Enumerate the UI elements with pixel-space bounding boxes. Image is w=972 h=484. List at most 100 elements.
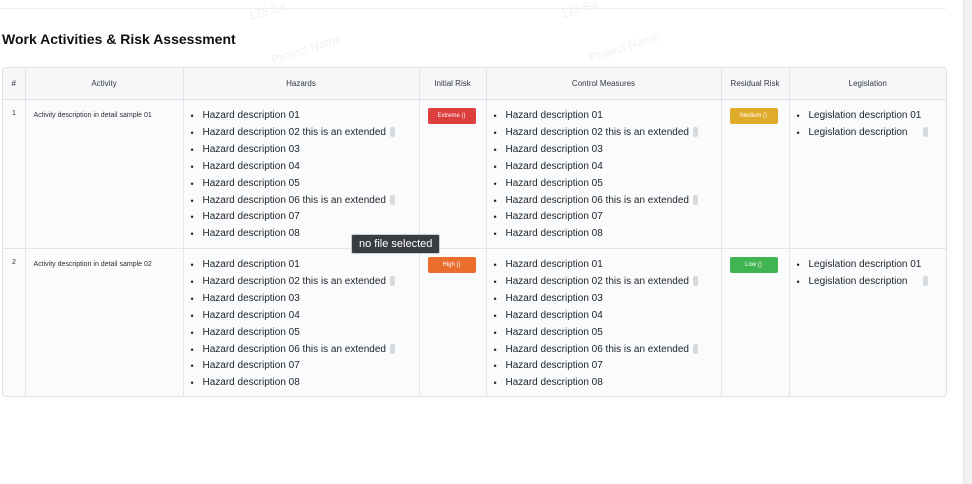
hazard-item: Hazard description 07 bbox=[191, 358, 419, 375]
overflow-handle-icon[interactable] bbox=[389, 343, 395, 354]
initial-risk-badge: Extreme () bbox=[427, 108, 476, 124]
legislation-item-text: Legislation description 01 bbox=[808, 259, 922, 270]
control-item-text: Hazard description 05 bbox=[505, 177, 603, 189]
watermark: 123 Sa bbox=[246, 0, 288, 24]
hazard-item: Hazard description 05 bbox=[191, 325, 419, 342]
hazard-item: Hazard description 03 bbox=[191, 291, 419, 308]
hazard-item-text: Hazard description 05 bbox=[202, 177, 300, 189]
hazard-item: Hazard description 04 bbox=[191, 308, 419, 325]
legislation-item-text: Legislation description bbox=[808, 126, 908, 138]
hazard-item-text: Hazard description 08 bbox=[202, 228, 300, 240]
overflow-handle-icon[interactable] bbox=[692, 194, 698, 205]
legislation-cell: Legislation description 01 Legislation de… bbox=[789, 99, 947, 249]
control-item-text: Hazard description 08 bbox=[505, 377, 603, 389]
hazard-item: Hazard description 07 bbox=[191, 209, 419, 226]
column-header-activity: Activity bbox=[25, 68, 184, 100]
overflow-handle-icon[interactable] bbox=[389, 127, 395, 138]
watermark: Project Name bbox=[269, 31, 344, 67]
control-item: Hazard description 03 bbox=[494, 291, 721, 308]
control-item-text: Hazard description 01 bbox=[505, 110, 603, 121]
column-header-index: # bbox=[3, 68, 26, 100]
activity-cell: Activity description in detail sample 01 bbox=[25, 99, 184, 249]
hazard-item: Hazard description 02 this is an extende… bbox=[191, 274, 419, 291]
control-item: Hazard description 02 this is an extende… bbox=[494, 274, 721, 291]
column-header-initial-risk: Initial Risk bbox=[419, 68, 487, 100]
top-divider bbox=[0, 8, 946, 9]
hazard-item: Hazard description 01 bbox=[191, 108, 419, 125]
hazard-item-text: Hazard description 05 bbox=[202, 326, 300, 338]
hazards-cell: Hazard description 01 Hazard description … bbox=[183, 99, 420, 249]
watermark: Project Name bbox=[587, 29, 662, 65]
control-item: Hazard description 08 bbox=[494, 375, 721, 392]
control-item-text: Hazard description 08 bbox=[505, 228, 603, 240]
control-item-text: Hazard description 04 bbox=[505, 160, 603, 172]
legislation-cell-list: Legislation description 01 Legislation de… bbox=[790, 249, 947, 291]
table-row: 1 Activity description in detail sample 0… bbox=[3, 99, 947, 249]
initial-risk-cell: High () bbox=[419, 248, 487, 396]
row-index-cell: 1 bbox=[3, 99, 26, 249]
control-item-text: Hazard description 06 this is an extende… bbox=[505, 343, 689, 355]
overflow-handle-icon[interactable] bbox=[389, 194, 395, 205]
row-index: 1 bbox=[12, 110, 16, 117]
control-item-text: Hazard description 03 bbox=[505, 143, 603, 155]
control-measures-cell: Hazard description 01 Hazard description … bbox=[486, 248, 722, 396]
control-item-text: Hazard description 04 bbox=[505, 309, 603, 321]
hazard-item-text: Hazard description 02 this is an extende… bbox=[202, 275, 386, 287]
file-input-tooltip: no file selected bbox=[351, 234, 441, 254]
control-item: Hazard description 07 bbox=[494, 358, 721, 375]
overflow-handle-icon[interactable] bbox=[923, 276, 929, 287]
row-index-cell: 2 bbox=[3, 248, 26, 396]
overflow-handle-icon[interactable] bbox=[692, 343, 698, 354]
control-measures-cell-list: Hazard description 01 Hazard description … bbox=[487, 249, 721, 392]
hazard-item: Hazard description 06 this is an extende… bbox=[191, 193, 419, 210]
hazard-item-text: Hazard description 08 bbox=[202, 377, 300, 389]
control-item-text: Hazard description 07 bbox=[505, 360, 603, 372]
activity-text: Activity description in detail sample 02 bbox=[33, 261, 152, 268]
control-item-text: Hazard description 06 this is an extende… bbox=[505, 194, 689, 206]
hazard-item: Hazard description 05 bbox=[191, 176, 419, 193]
hazard-item-text: Hazard description 03 bbox=[202, 143, 300, 155]
hazard-item-text: Hazard description 06 this is an extende… bbox=[202, 343, 386, 355]
hazard-item: Hazard description 01 bbox=[191, 257, 419, 274]
legislation-item-text: Legislation description 01 bbox=[808, 110, 922, 121]
hazard-item-text: Hazard description 06 this is an extende… bbox=[202, 194, 386, 206]
legislation-item: Legislation description 01 bbox=[797, 257, 947, 274]
control-item-text: Hazard description 01 bbox=[505, 259, 603, 270]
hazards-cell-list: Hazard description 01 Hazard description … bbox=[184, 249, 419, 392]
control-item: Hazard description 06 this is an extende… bbox=[494, 193, 721, 210]
activity-cell: Activity description in detail sample 02 bbox=[25, 248, 184, 396]
hazard-item: Hazard description 02 this is an extende… bbox=[191, 125, 419, 142]
hazard-item: Hazard description 08 bbox=[191, 375, 419, 392]
legislation-item: Legislation description 01 bbox=[797, 108, 947, 125]
activity-text: Activity description in detail sample 01 bbox=[33, 112, 152, 119]
control-item: Hazard description 04 bbox=[494, 308, 721, 325]
column-header-control-measures: Control Measures bbox=[486, 68, 722, 100]
control-item: Hazard description 01 bbox=[494, 108, 721, 125]
control-item: Hazard description 05 bbox=[494, 176, 721, 193]
control-item-text: Hazard description 07 bbox=[505, 211, 603, 223]
hazard-item-text: Hazard description 02 this is an extende… bbox=[202, 126, 386, 138]
residual-risk-cell: Low () bbox=[721, 248, 790, 396]
residual-risk-badge: Medium () bbox=[729, 108, 778, 124]
column-header-legislation: Legislation bbox=[789, 68, 946, 100]
control-item-text: Hazard description 02 this is an extende… bbox=[505, 126, 689, 138]
control-item: Hazard description 02 this is an extende… bbox=[494, 125, 721, 142]
page-scrollbar[interactable] bbox=[963, 0, 972, 484]
initial-risk-cell: Extreme () bbox=[419, 99, 487, 249]
legislation-item-text: Legislation description bbox=[808, 275, 908, 287]
residual-risk-badge: Low () bbox=[729, 257, 778, 273]
hazard-item-text: Hazard description 07 bbox=[202, 360, 300, 372]
control-measures-cell: Hazard description 01 Hazard description … bbox=[486, 99, 722, 249]
hazard-item-text: Hazard description 04 bbox=[202, 160, 300, 172]
legislation-cell-list: Legislation description 01 Legislation de… bbox=[790, 100, 947, 142]
overflow-handle-icon[interactable] bbox=[389, 276, 395, 287]
overflow-handle-icon[interactable] bbox=[692, 276, 698, 287]
control-item-text: Hazard description 02 this is an extende… bbox=[505, 275, 689, 287]
overflow-handle-icon[interactable] bbox=[692, 127, 698, 138]
control-item: Hazard description 07 bbox=[494, 209, 721, 226]
hazard-item-text: Hazard description 07 bbox=[202, 211, 300, 223]
table-header-row: # Activity Hazards Initial Risk Control … bbox=[3, 68, 946, 100]
hazard-item-text: Hazard description 01 bbox=[202, 259, 300, 270]
column-header-residual-risk: Residual Risk bbox=[721, 68, 790, 100]
overflow-handle-icon[interactable] bbox=[923, 127, 929, 138]
